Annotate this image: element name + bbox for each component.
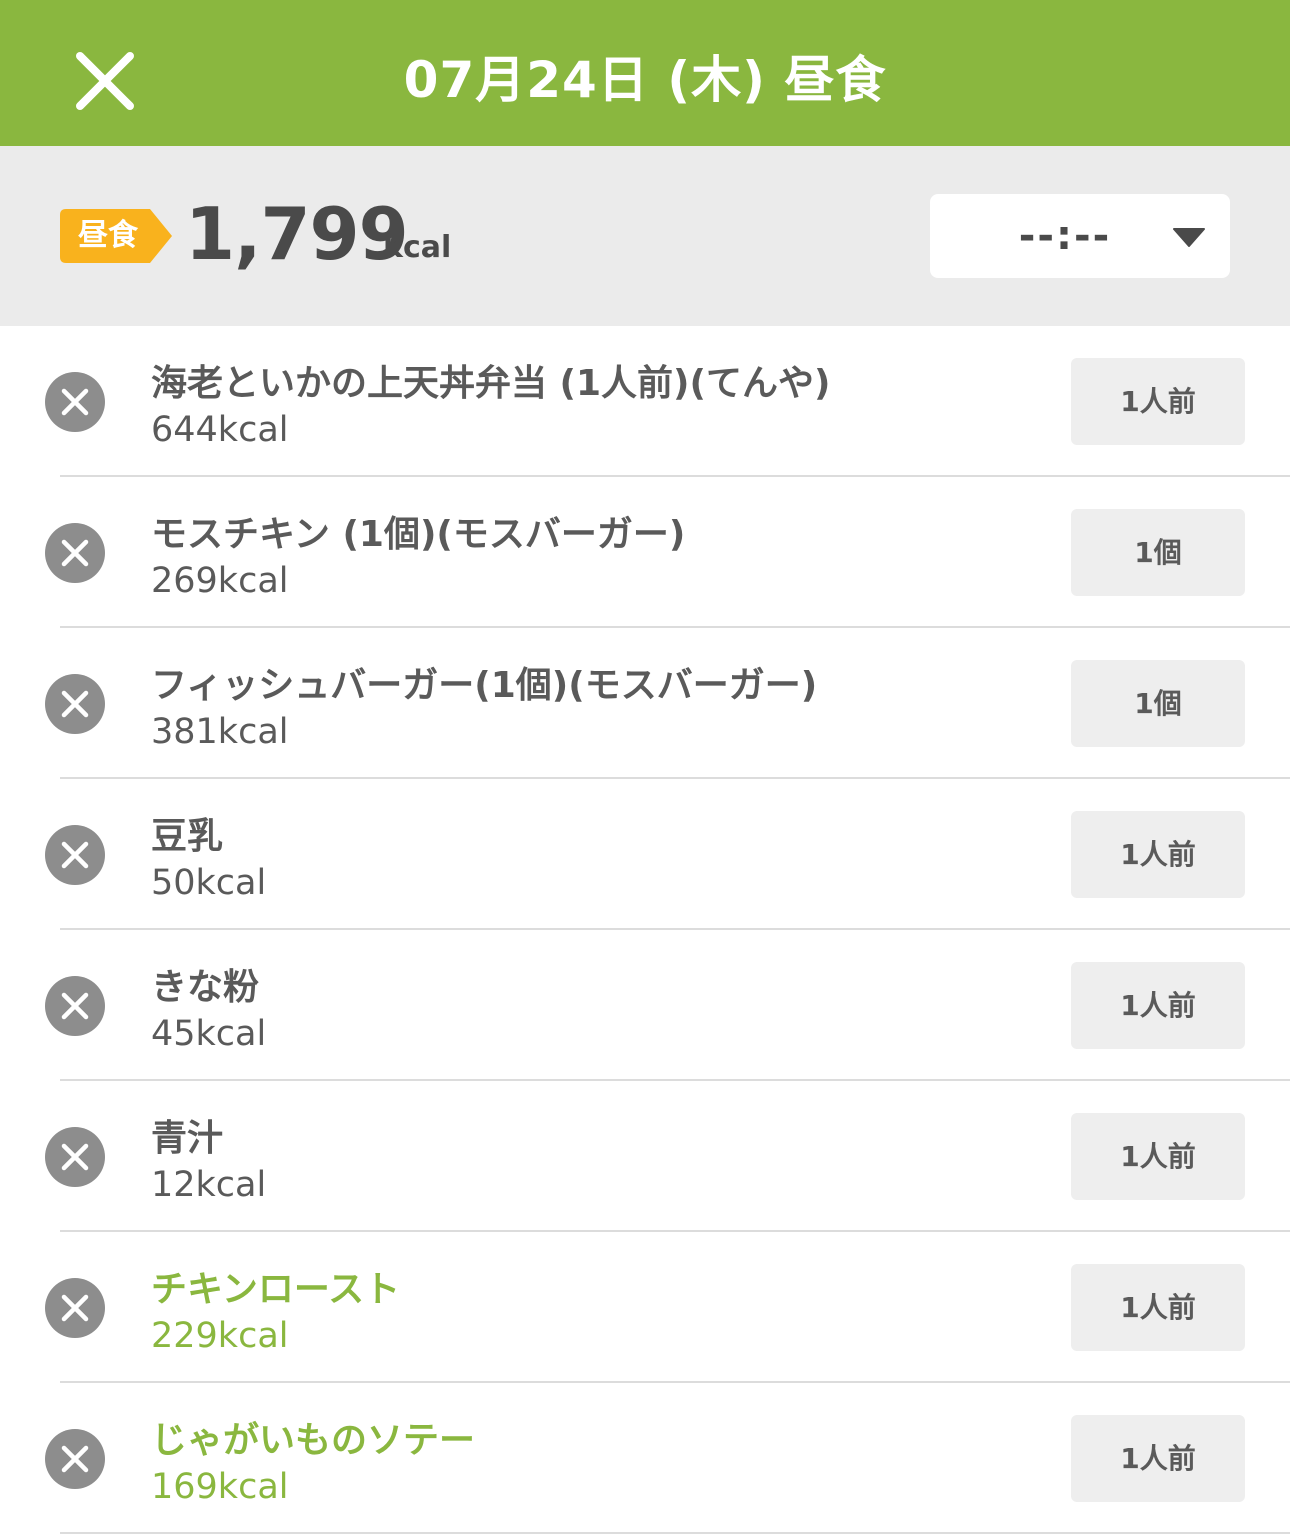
remove-item-button[interactable] [45, 674, 105, 734]
food-kcal: 381kcal [151, 712, 289, 752]
meal-time-select[interactable]: --:-- [930, 194, 1230, 278]
food-row[interactable]: 豆乳 50kcal 1人前 [0, 779, 1290, 930]
food-row[interactable]: チキンロースト 229kcal 1人前 [0, 1232, 1290, 1383]
meal-time-value: --:-- [1018, 213, 1112, 259]
quantity-button[interactable]: 1人前 [1071, 1264, 1245, 1351]
food-name: チキンロースト [151, 1269, 401, 1310]
remove-item-button[interactable] [45, 1278, 105, 1338]
food-row[interactable]: 海老といかの上天丼弁当 (1人前)(てんや) 644kcal 1人前 [0, 326, 1290, 477]
food-name: フィッシュバーガー(1個)(モスバーガー) [151, 665, 818, 706]
remove-x-icon [61, 992, 89, 1020]
food-name: 豆乳 [151, 816, 224, 857]
remove-item-button[interactable] [45, 1127, 105, 1187]
food-name: 海老といかの上天丼弁当 (1人前)(てんや) [151, 363, 831, 404]
food-kcal: 644kcal [151, 410, 289, 450]
page-title: 07月24日 (木) 昼食 [403, 51, 887, 109]
quantity-button[interactable]: 1人前 [1071, 1113, 1245, 1200]
caret-down-icon [1173, 228, 1205, 247]
food-name: モスチキン (1個)(モスバーガー) [151, 514, 686, 555]
food-kcal: 50kcal [151, 863, 267, 903]
remove-x-icon [61, 539, 89, 567]
kcal-unit-label: kcal [383, 230, 452, 265]
quantity-button[interactable]: 1個 [1071, 509, 1245, 596]
food-name: じゃがいものソテー [151, 1420, 476, 1461]
remove-item-button[interactable] [45, 523, 105, 583]
food-kcal: 229kcal [151, 1316, 289, 1356]
food-row[interactable]: フィッシュバーガー(1個)(モスバーガー) 381kcal 1個 [0, 628, 1290, 779]
quantity-button[interactable]: 1個 [1071, 660, 1245, 747]
food-row[interactable]: きな粉 45kcal 1人前 [0, 930, 1290, 1081]
quantity-button[interactable]: 1人前 [1071, 811, 1245, 898]
meal-type-badge: 昼食 [60, 209, 172, 263]
food-kcal: 12kcal [151, 1165, 267, 1205]
remove-x-icon [61, 841, 89, 869]
remove-x-icon [61, 1445, 89, 1473]
remove-item-button[interactable] [45, 976, 105, 1036]
remove-item-button[interactable] [45, 372, 105, 432]
food-row[interactable]: モスチキン (1個)(モスバーガー) 269kcal 1個 [0, 477, 1290, 628]
food-name: きな粉 [151, 967, 260, 1008]
food-row[interactable]: 青汁 12kcal 1人前 [0, 1081, 1290, 1232]
food-row[interactable]: じゃがいものソテー 169kcal 1人前 [0, 1383, 1290, 1534]
remove-item-button[interactable] [45, 825, 105, 885]
remove-x-icon [61, 1294, 89, 1322]
food-kcal: 169kcal [151, 1467, 289, 1507]
food-kcal: 45kcal [151, 1014, 267, 1054]
total-kcal-value: 1,799 [185, 192, 409, 276]
quantity-button[interactable]: 1人前 [1071, 962, 1245, 1049]
remove-x-icon [61, 388, 89, 416]
quantity-button[interactable]: 1人前 [1071, 1415, 1245, 1502]
meal-badge-label: 昼食 [78, 218, 138, 253]
quantity-button[interactable]: 1人前 [1071, 358, 1245, 445]
remove-x-icon [61, 690, 89, 718]
remove-item-button[interactable] [45, 1429, 105, 1489]
food-list: 海老といかの上天丼弁当 (1人前)(てんや) 644kcal 1人前 モスチキン (1… [0, 326, 1290, 1534]
remove-x-icon [61, 1143, 89, 1171]
food-name: 青汁 [151, 1118, 224, 1159]
header-bar: 07月24日 (木) 昼食 [0, 0, 1290, 146]
food-kcal: 269kcal [151, 561, 289, 601]
